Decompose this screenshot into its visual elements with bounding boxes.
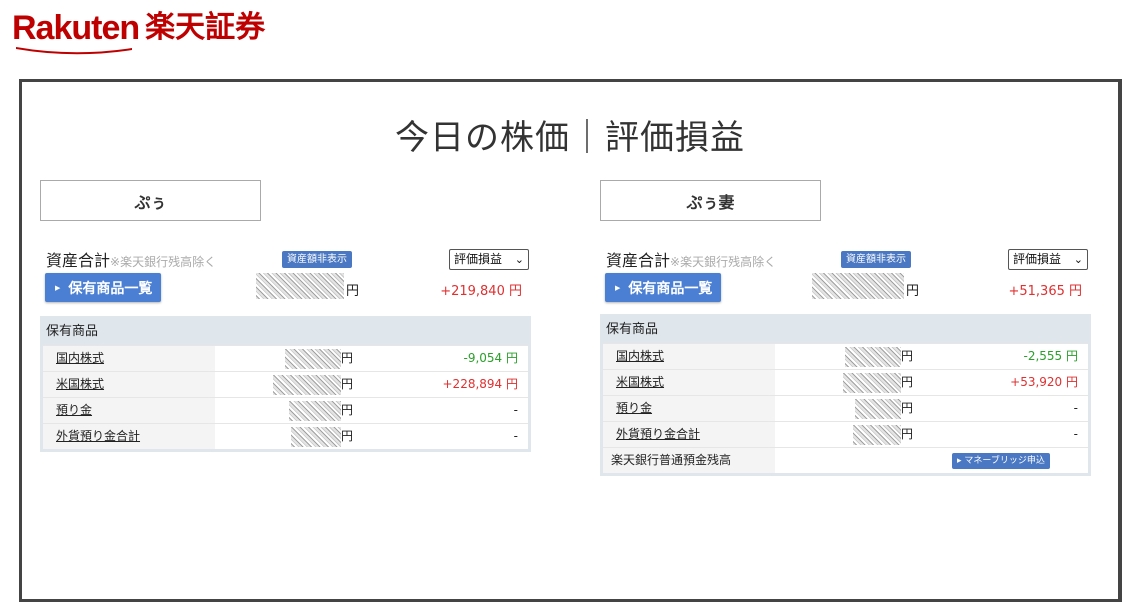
table-row: 預り金 円 - xyxy=(43,397,528,423)
domestic-stock-link[interactable]: 国内株式 xyxy=(43,346,215,371)
foreign-deposit-link[interactable]: 外貨預り金合計 xyxy=(603,422,775,447)
masked-asset-amount xyxy=(256,273,344,299)
masked-amount xyxy=(845,347,901,367)
profit-loss-value: +53,920 円 xyxy=(1010,375,1078,389)
yen-unit: 円 xyxy=(341,377,354,391)
total-profit-loss: +219,840 円 xyxy=(440,284,522,299)
account-name: ぷぅ妻 xyxy=(600,180,821,221)
masked-amount xyxy=(273,375,341,395)
holdings-table: 保有商品 国内株式 円 -9,054 円 米国株式 円 +228,894 円 預… xyxy=(40,316,531,452)
holdings-list-button[interactable]: ▶ 保有商品一覧 xyxy=(45,273,161,302)
money-bridge-label: マネーブリッジ申込 xyxy=(964,456,1045,466)
profit-loss-value: -9,054 円 xyxy=(463,351,519,365)
masked-amount xyxy=(853,425,901,445)
holdings-table-header: 保有商品 xyxy=(46,324,99,339)
chevron-down-icon: ⌄ xyxy=(1073,253,1083,266)
triangle-right-icon: ▶ xyxy=(615,283,621,292)
table-row: 米国株式 円 +228,894 円 xyxy=(43,371,528,397)
profit-loss-value: - xyxy=(1073,427,1078,441)
money-bridge-button[interactable]: ▸ マネーブリッジ申込 xyxy=(952,453,1050,469)
asset-note: ※楽天銀行残高除く xyxy=(670,255,777,269)
chevron-down-icon: ⌄ xyxy=(514,253,524,266)
holdings-table: 保有商品 国内株式 円 -2,555 円 米国株式 円 +53,920 円 預り… xyxy=(600,314,1091,476)
yen-unit: 円 xyxy=(901,427,914,441)
profit-loss-value: - xyxy=(1073,401,1078,415)
table-row: 外貨預り金合計 円 - xyxy=(43,423,528,449)
logo-text: Rakuten xyxy=(12,9,140,47)
foreign-deposit-link[interactable]: 外貨預り金合計 xyxy=(43,424,215,449)
valuation-select-value: 評価損益 xyxy=(454,252,503,266)
profit-loss-value: -2,555 円 xyxy=(1023,349,1079,363)
account-panel-1: ぷぅ 資産合計※楽天銀行残高除く 資産額非表示 評価損益 ⌄ ▶ 保有商品一覧 … xyxy=(40,180,531,452)
yen-unit: 円 xyxy=(901,349,914,363)
table-row: 預り金 円 - xyxy=(603,395,1088,421)
hide-asset-button[interactable]: 資産額非表示 xyxy=(282,251,352,268)
holdings-list-label: 保有商品一覧 xyxy=(68,280,153,297)
table-row: 米国株式 円 +53,920 円 xyxy=(603,369,1088,395)
valuation-select[interactable]: 評価損益 ⌄ xyxy=(449,249,529,270)
asset-total-text: 資産合計 xyxy=(606,251,671,270)
page-title: 今日の株価｜評価損益 xyxy=(395,118,745,158)
deposit-link[interactable]: 預り金 xyxy=(603,396,775,421)
asset-note: ※楽天銀行残高除く xyxy=(110,255,217,269)
masked-amount xyxy=(289,401,341,421)
domestic-stock-link[interactable]: 国内株式 xyxy=(603,344,775,369)
asset-summary: 資産合計※楽天銀行残高除く 資産額非表示 評価損益 ⌄ ▶ 保有商品一覧 円 +… xyxy=(600,247,1090,317)
masked-amount xyxy=(855,399,901,419)
table-row: 楽天銀行普通預金残高 ▸ マネーブリッジ申込 xyxy=(603,447,1088,473)
masked-asset-amount xyxy=(812,273,904,299)
yen-unit: 円 xyxy=(341,403,354,417)
logo-swoosh-icon xyxy=(16,47,132,55)
yen-unit: 円 xyxy=(341,429,354,443)
holdings-list-label: 保有商品一覧 xyxy=(628,280,713,297)
yen-unit: 円 xyxy=(341,351,354,365)
asset-total-text: 資産合計 xyxy=(46,251,111,270)
total-profit-loss: +51,365 円 xyxy=(1008,284,1082,299)
hide-asset-button[interactable]: 資産額非表示 xyxy=(841,251,911,268)
triangle-right-icon: ▶ xyxy=(55,283,61,292)
us-stock-link[interactable]: 米国株式 xyxy=(43,372,215,397)
holdings-table-header: 保有商品 xyxy=(606,322,659,337)
yen-unit: 円 xyxy=(901,375,914,389)
valuation-select-value: 評価損益 xyxy=(1013,252,1062,266)
bank-balance-label: 楽天銀行普通預金残高 xyxy=(603,448,775,473)
rakuten-logo[interactable]: Rakuten 楽天証券 xyxy=(12,8,265,58)
account-panel-2: ぷぅ妻 資産合計※楽天銀行残高除く 資産額非表示 評価損益 ⌄ ▶ 保有商品一覧… xyxy=(600,180,1091,476)
table-row: 国内株式 円 -9,054 円 xyxy=(43,345,528,371)
profit-loss-value: - xyxy=(513,403,518,417)
table-row: 国内株式 円 -2,555 円 xyxy=(603,343,1088,369)
valuation-select[interactable]: 評価損益 ⌄ xyxy=(1008,249,1088,270)
profit-loss-value: - xyxy=(513,429,518,443)
asset-summary: 資産合計※楽天銀行残高除く 資産額非表示 評価損益 ⌄ ▶ 保有商品一覧 円 +… xyxy=(40,247,530,317)
total-yen-unit: 円 xyxy=(906,284,920,299)
asset-total-label: 資産合計※楽天銀行残高除く xyxy=(46,247,216,271)
masked-amount xyxy=(291,427,341,447)
main-frame: 今日の株価｜評価損益 ぷぅ 資産合計※楽天銀行残高除く 資産額非表示 評価損益 … xyxy=(19,79,1122,602)
holdings-list-button[interactable]: ▶ 保有商品一覧 xyxy=(605,273,721,302)
deposit-link[interactable]: 預り金 xyxy=(43,398,215,423)
profit-loss-value: +228,894 円 xyxy=(442,377,519,391)
us-stock-link[interactable]: 米国株式 xyxy=(603,370,775,395)
asset-total-label: 資産合計※楽天銀行残高除く xyxy=(606,247,776,271)
masked-amount xyxy=(843,373,901,393)
masked-amount xyxy=(285,349,341,369)
total-yen-unit: 円 xyxy=(346,284,360,299)
yen-unit: 円 xyxy=(901,401,914,415)
logo-jp-text: 楽天証券 xyxy=(145,10,266,45)
account-name: ぷぅ xyxy=(40,180,261,221)
table-row: 外貨預り金合計 円 - xyxy=(603,421,1088,447)
